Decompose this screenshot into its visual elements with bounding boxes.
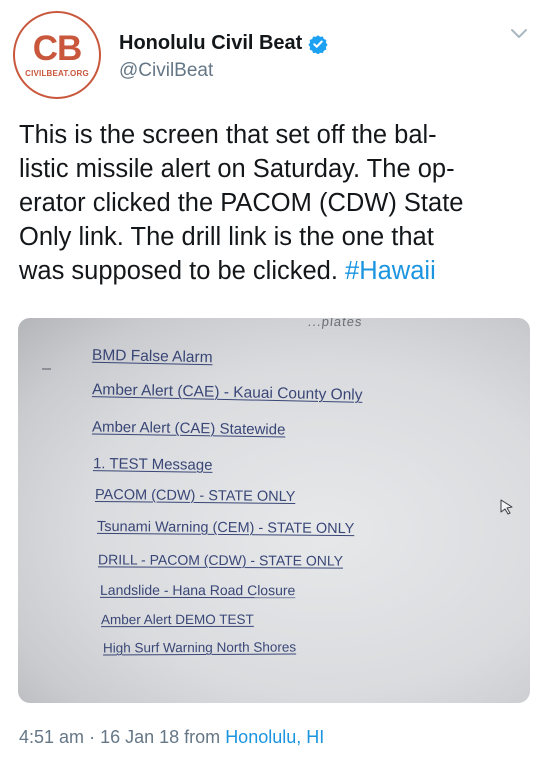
tweet-text-line: was supposed to be clicked. bbox=[19, 257, 338, 285]
avatar-site-text: CIVILBEAT.ORG bbox=[25, 69, 89, 78]
photo-link-item: DRILL - PACOM (CDW) - STATE ONLY bbox=[97, 551, 344, 569]
tweet-text-line: erator clicked the PACOM (CDW) State bbox=[19, 189, 464, 217]
tweet-text: This is the screen that set off the bal-… bbox=[19, 118, 531, 288]
author-handle[interactable]: @CivilBeat bbox=[119, 60, 213, 82]
photo-link-item: PACOM (CDW) - STATE ONLY bbox=[94, 486, 296, 506]
from-label: from bbox=[184, 727, 221, 747]
photo-link-item: Amber Alert DEMO TEST bbox=[100, 611, 254, 628]
author-display-name[interactable]: Honolulu Civil Beat bbox=[119, 32, 328, 55]
tweet-text-line: Only link. The drill link is the one tha… bbox=[19, 223, 434, 251]
photo-link-list: BMD False Alarm Amber Alert (CAE) - Kaua… bbox=[18, 318, 530, 703]
tweet-photo[interactable]: ...plates BMD False Alarm Amber Alert (C… bbox=[18, 318, 530, 703]
photo-link-item: BMD False Alarm bbox=[91, 346, 213, 367]
avatar[interactable]: CB CIVILBEAT.ORG bbox=[13, 11, 101, 99]
location-link[interactable]: Honolulu, HI bbox=[225, 727, 324, 747]
chevron-down-icon[interactable] bbox=[510, 26, 528, 40]
photo-link-item: 1. TEST Message bbox=[92, 455, 213, 474]
tweet-text-line: This is the screen that set off the bal- bbox=[19, 121, 437, 149]
photo-link-item: Amber Alert (CAE) - Kauai County Only bbox=[91, 381, 363, 404]
tweet-time[interactable]: 4:51 am bbox=[19, 727, 84, 747]
author-name-text: Honolulu Civil Beat bbox=[119, 32, 303, 54]
tweet-card: CB CIVILBEAT.ORG Honolulu Civil Beat @Ci… bbox=[0, 0, 548, 767]
mouse-pointer-icon bbox=[500, 499, 513, 515]
photo-link-item: Tsunami Warning (CEM) - STATE ONLY bbox=[96, 518, 355, 538]
tweet-text-line: listic missile alert on Saturday. The op… bbox=[19, 155, 455, 183]
photo-link-item: Amber Alert (CAE) Statewide bbox=[91, 418, 286, 439]
photo-link-item: High Surf Warning North Shores bbox=[102, 639, 297, 656]
verified-badge-icon bbox=[308, 34, 328, 54]
meta-separator: · bbox=[89, 727, 96, 747]
hashtag-link[interactable]: #Hawaii bbox=[345, 257, 436, 285]
avatar-logo-text: CB bbox=[32, 29, 83, 68]
tweet-date[interactable]: 16 Jan 18 bbox=[100, 727, 179, 747]
photo-link-item: Landslide - Hana Road Closure bbox=[99, 581, 296, 599]
tweet-meta: 4:51 am · 16 Jan 18 from Honolulu, HI bbox=[19, 727, 324, 748]
